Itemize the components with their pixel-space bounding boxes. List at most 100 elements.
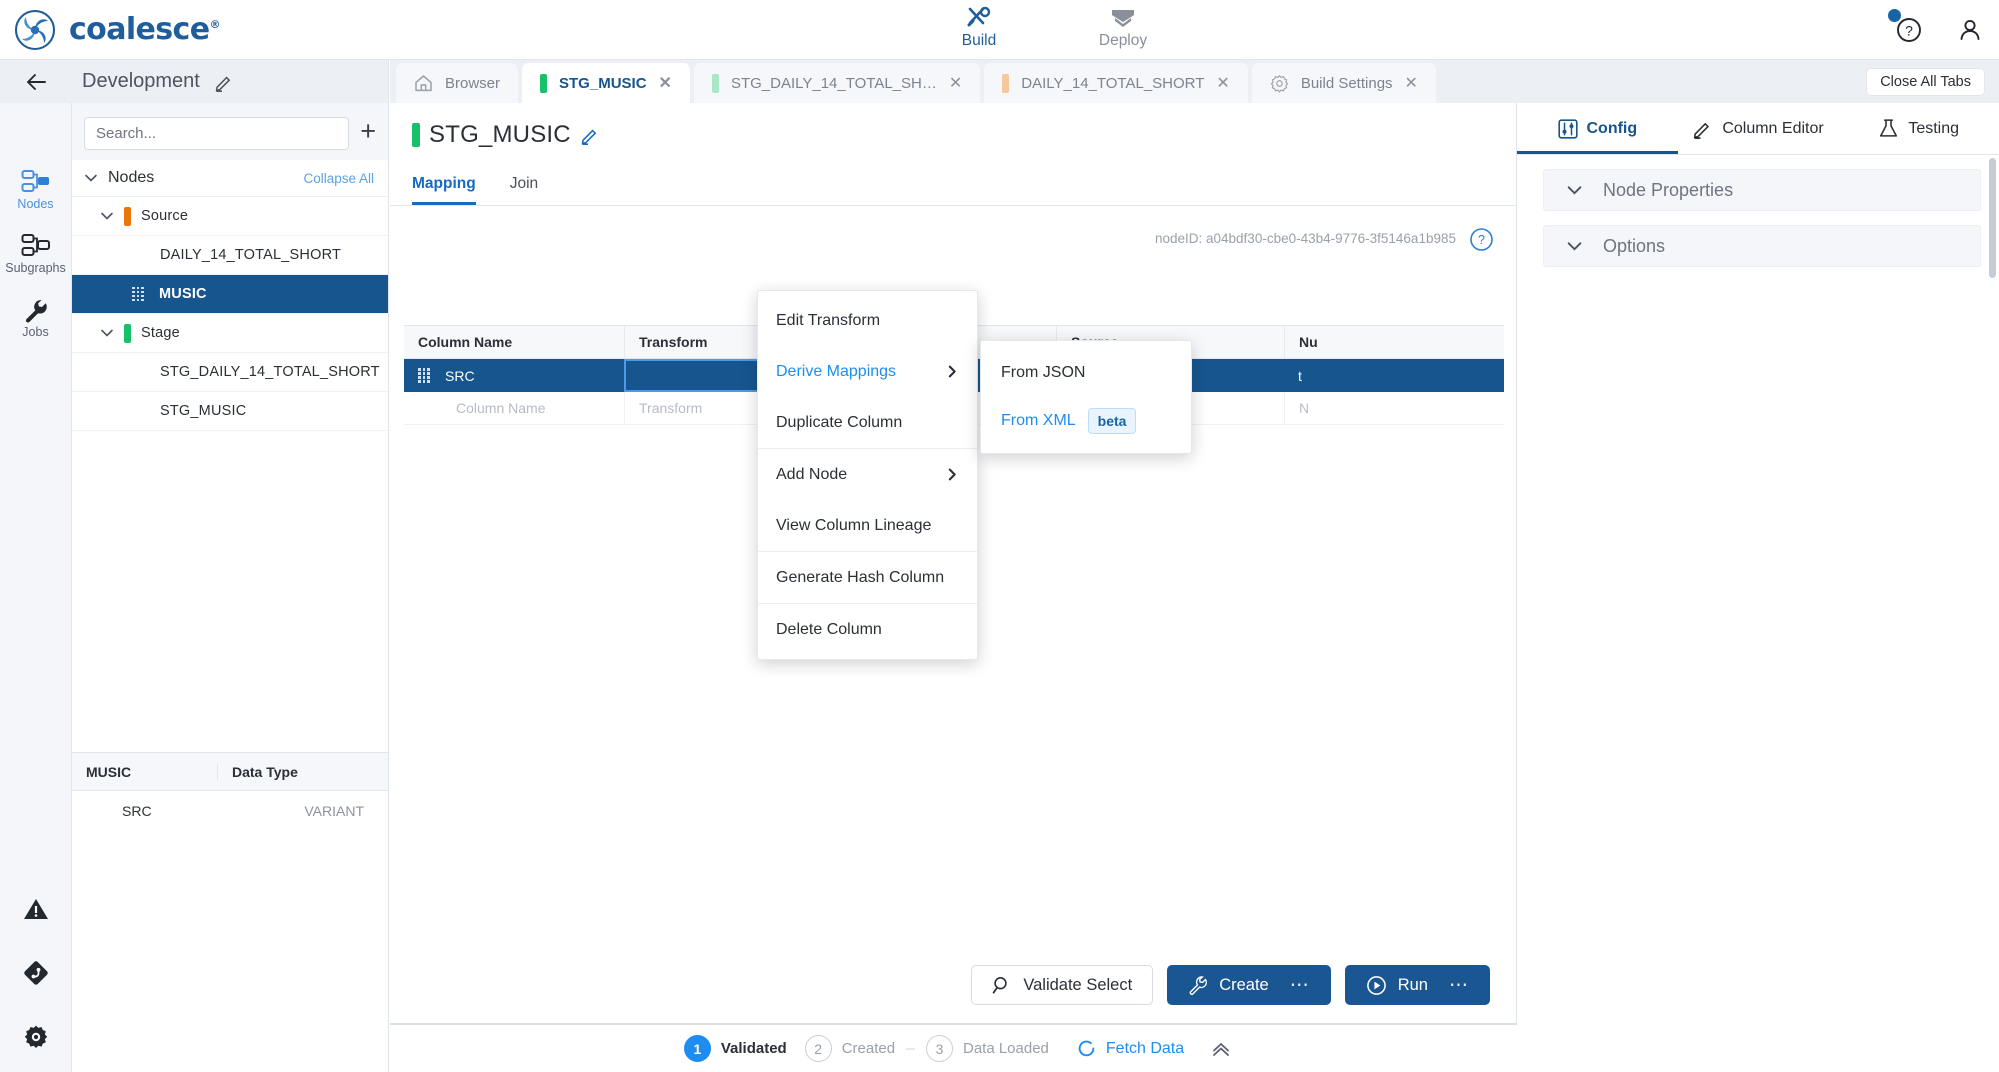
brand-logo-area[interactable]: coalesce® xyxy=(0,9,220,51)
mini-col-header-name: MUSIC xyxy=(72,764,217,780)
close-icon[interactable]: ✕ xyxy=(1216,73,1229,93)
grid-placeholder-nullable[interactable]: N xyxy=(1284,392,1504,424)
help-button[interactable]: ? xyxy=(1895,16,1923,44)
validate-select-label: Validate Select xyxy=(1023,976,1132,995)
node-type-tag xyxy=(412,123,420,147)
tree-item-daily-14-total-short[interactable]: DAILY_14_TOTAL_SHORT xyxy=(72,236,388,275)
project-title: Development xyxy=(82,70,200,93)
user-account-icon[interactable] xyxy=(1957,17,1983,43)
create-button[interactable]: Create ⋯ xyxy=(1167,965,1331,1005)
tree-item-label: STG_DAILY_14_TOTAL_SHORT xyxy=(160,364,380,380)
status-step-validated[interactable]: 1 Validated xyxy=(684,1035,787,1062)
close-icon[interactable]: ✕ xyxy=(659,73,672,93)
pencil-edit-icon[interactable] xyxy=(214,72,234,92)
subtab-mapping[interactable]: Mapping xyxy=(412,175,476,205)
play-circle-icon xyxy=(1366,975,1387,996)
git-branch-icon[interactable] xyxy=(23,960,49,986)
subtab-join[interactable]: Join xyxy=(510,175,538,205)
right-tab-config[interactable]: Config xyxy=(1517,103,1678,154)
validate-select-button[interactable]: Validate Select xyxy=(971,965,1153,1005)
context-menu-item-delete-column[interactable]: Delete Column xyxy=(758,604,977,655)
drag-grip-icon[interactable] xyxy=(418,368,431,383)
right-tab-column-editor[interactable]: Column Editor xyxy=(1678,103,1839,154)
nav-item-build[interactable]: Build xyxy=(940,5,1018,50)
grid-placeholder-column-name[interactable]: Column Name xyxy=(404,392,624,424)
close-icon[interactable]: ✕ xyxy=(1405,73,1418,93)
mini-table-row[interactable]: SRC VARIANT xyxy=(72,791,388,831)
right-tab-label-column-editor: Column Editor xyxy=(1722,120,1823,138)
fetch-data-button[interactable]: Fetch Data xyxy=(1076,1038,1184,1059)
context-menu-item-generate-hash-column[interactable]: Generate Hash Column xyxy=(758,552,977,603)
back-arrow-icon xyxy=(24,72,48,92)
beta-badge: beta xyxy=(1088,408,1137,434)
run-button[interactable]: Run ⋯ xyxy=(1345,965,1490,1005)
chevron-down-icon[interactable] xyxy=(84,171,98,185)
tab-browser[interactable]: Browser xyxy=(396,63,518,103)
grid-header-column-name[interactable]: Column Name xyxy=(404,326,624,358)
tree-item-music[interactable]: MUSIC xyxy=(72,275,388,314)
accordion-node-properties[interactable]: Node Properties xyxy=(1543,169,1981,211)
tab-daily-14-total-short[interactable]: DAILY_14_TOTAL_SHORT ✕ xyxy=(984,63,1248,103)
right-tab-testing[interactable]: Testing xyxy=(1838,103,1999,154)
wrench-icon xyxy=(1188,975,1208,995)
alert-triangle-icon[interactable] xyxy=(23,896,49,922)
status-step-data-loaded[interactable]: 3 Data Loaded xyxy=(926,1035,1049,1062)
help-circle-icon[interactable]: ? xyxy=(1469,227,1494,252)
coalesce-swirl-logo-icon xyxy=(14,9,56,51)
collapse-sidebar-button[interactable] xyxy=(0,60,72,103)
rail-item-nodes[interactable]: Nodes xyxy=(0,158,71,222)
node-type-tag xyxy=(712,74,719,93)
notification-dot-icon xyxy=(1888,9,1901,22)
status-step-number: 1 xyxy=(684,1035,711,1062)
tab-label-stg-daily: STG_DAILY_14_TOTAL_SH… xyxy=(731,75,937,92)
context-menu-item-edit-transform[interactable]: Edit Transform xyxy=(758,295,977,346)
tab-build-settings[interactable]: Build Settings ✕ xyxy=(1252,63,1436,103)
status-step-created[interactable]: 2 Created xyxy=(805,1035,895,1062)
search-input[interactable] xyxy=(84,117,349,150)
create-more-options-button[interactable]: ⋯ xyxy=(1280,974,1310,997)
tree-group-stage[interactable]: Stage xyxy=(72,314,388,353)
submenu-item-from-json[interactable]: From JSON xyxy=(981,349,1191,397)
tree-group-source[interactable]: Source xyxy=(72,197,388,236)
run-more-options-button[interactable]: ⋯ xyxy=(1439,974,1469,997)
context-menu-item-derive-mappings[interactable]: Derive Mappings xyxy=(758,346,977,397)
chevron-down-icon[interactable] xyxy=(100,326,114,340)
grid-header-nullable[interactable]: Nu xyxy=(1284,326,1504,358)
accordion-options[interactable]: Options xyxy=(1543,225,1981,267)
chevron-down-icon[interactable] xyxy=(1566,238,1583,255)
tree-item-stg-daily-14-total-short[interactable]: STG_DAILY_14_TOTAL_SHORT xyxy=(72,353,388,392)
settings-gear-icon[interactable] xyxy=(23,1024,49,1050)
rail-item-subgraphs[interactable]: Subgraphs xyxy=(0,222,71,286)
node-type-tag xyxy=(124,324,131,343)
chevron-down-icon[interactable] xyxy=(100,209,114,223)
status-step-separator: – xyxy=(904,1040,917,1058)
node-type-tag xyxy=(540,74,547,93)
tree-item-stg-music[interactable]: STG_MUSIC xyxy=(72,392,388,431)
right-config-panel: Config Column Editor Tes xyxy=(1517,103,1999,1072)
nav-item-deploy[interactable]: Deploy xyxy=(1084,5,1162,50)
close-all-tabs-button[interactable]: Close All Tabs xyxy=(1866,68,1985,96)
tab-stg-music[interactable]: STG_MUSIC ✕ xyxy=(522,63,690,103)
tab-label-build-settings: Build Settings xyxy=(1301,75,1393,92)
home-icon xyxy=(414,74,433,93)
close-icon[interactable]: ✕ xyxy=(949,73,962,93)
tab-stg-daily-14-total-short[interactable]: STG_DAILY_14_TOTAL_SH… ✕ xyxy=(694,63,980,103)
tab-label-daily: DAILY_14_TOTAL_SHORT xyxy=(1021,75,1204,92)
chevron-down-icon[interactable] xyxy=(1566,182,1583,199)
grid-cell-column-name[interactable]: SRC xyxy=(404,359,624,392)
rail-item-jobs[interactable]: Jobs xyxy=(0,286,71,350)
grid-cell-nullable[interactable]: t xyxy=(1284,359,1504,392)
tree-header-label: Nodes xyxy=(108,169,154,187)
context-menu-label: Delete Column xyxy=(776,621,882,639)
svg-text:?: ? xyxy=(1478,233,1485,247)
add-node-button[interactable]: + xyxy=(360,118,376,149)
collapse-all-link[interactable]: Collapse All xyxy=(303,171,374,186)
svg-text:?: ? xyxy=(1905,23,1913,39)
submenu-item-from-xml[interactable]: From XML beta xyxy=(981,397,1191,445)
right-panel-scrollbar[interactable] xyxy=(1989,158,1996,278)
context-menu-item-view-column-lineage[interactable]: View Column Lineage xyxy=(758,500,977,551)
context-menu-item-add-node[interactable]: Add Node xyxy=(758,449,977,500)
context-menu-item-duplicate-column[interactable]: Duplicate Column xyxy=(758,397,977,448)
chevron-double-up-icon[interactable] xyxy=(1210,1038,1232,1060)
pencil-edit-icon[interactable] xyxy=(580,125,600,145)
